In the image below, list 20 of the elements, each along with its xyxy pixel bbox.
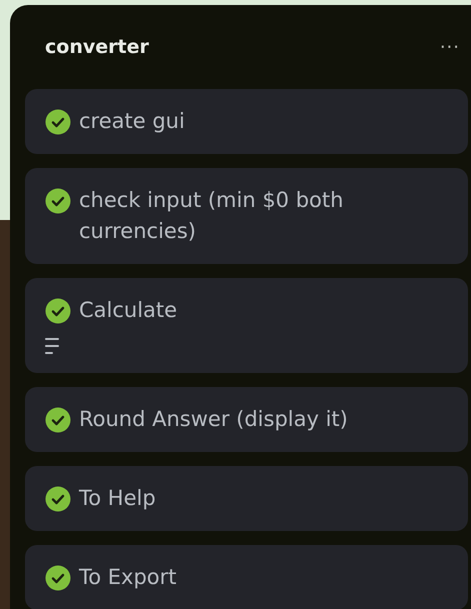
task-card[interactable]: create gui [25, 89, 468, 154]
card-title: Round Answer (display it) [79, 406, 348, 433]
task-card[interactable]: Round Answer (display it) [25, 387, 468, 452]
checkmark-icon[interactable] [45, 109, 71, 135]
task-card[interactable]: check input (min $0 both currencies) [25, 168, 468, 264]
task-card[interactable]: Calculate [25, 278, 468, 373]
card-title: Calculate [79, 297, 178, 324]
checkmark-icon[interactable] [45, 565, 71, 591]
card-title: To Export [79, 564, 177, 591]
task-card[interactable]: To Export [25, 545, 468, 609]
checkmark-icon[interactable] [45, 298, 71, 324]
checkmark-icon[interactable] [45, 486, 71, 512]
card-title: check input (min $0 both currencies) [79, 187, 344, 245]
task-card[interactable]: To Help [25, 466, 468, 531]
card-title: create gui [79, 108, 185, 135]
more-menu-button[interactable]: ··· [440, 34, 460, 60]
list-title: converter [45, 34, 149, 60]
checkmark-icon[interactable] [45, 407, 71, 433]
card-title: To Help [79, 485, 156, 512]
checkmark-icon[interactable] [45, 188, 71, 214]
